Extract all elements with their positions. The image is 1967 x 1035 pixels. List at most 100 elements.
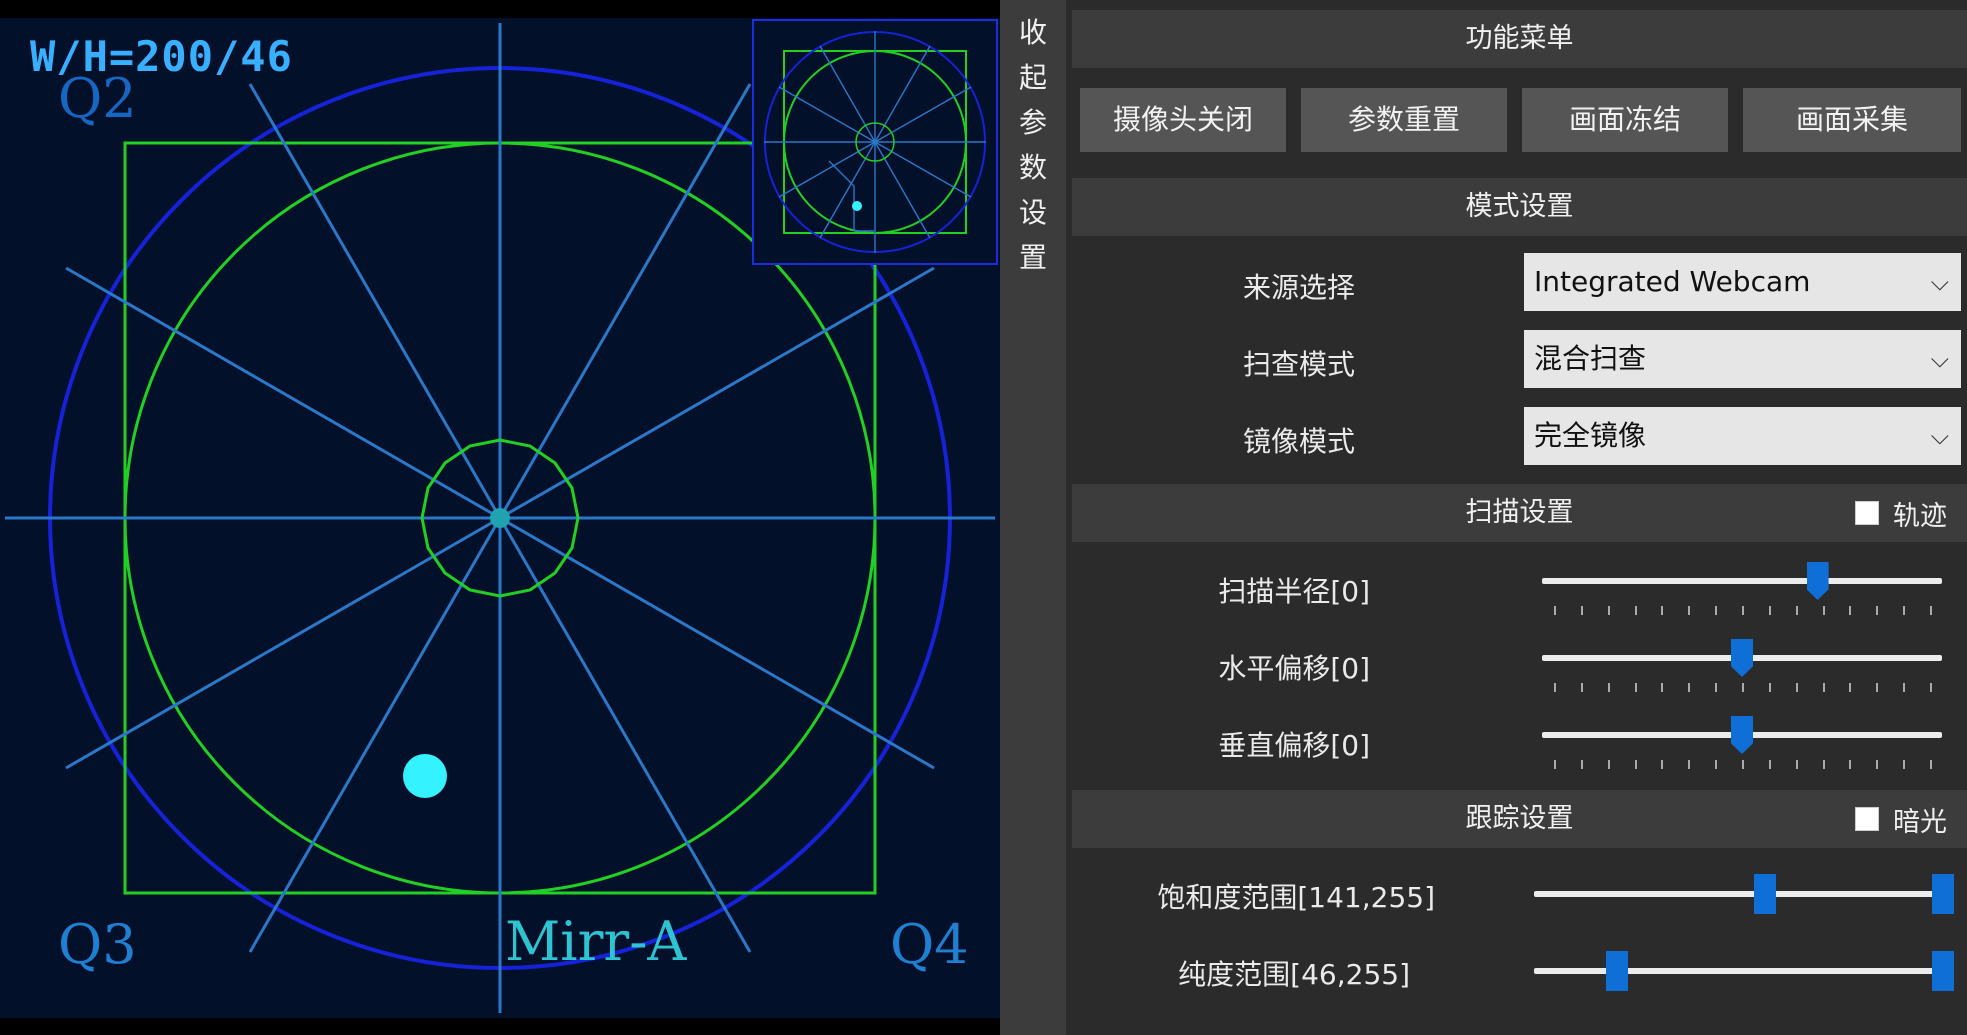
purity-range-label: 纯度范围[46,255]: [1178, 958, 1410, 991]
lowlight-checkbox[interactable]: 暗光: [1855, 790, 1947, 848]
trail-checkbox-box[interactable]: [1855, 501, 1879, 525]
slider-tick: [1768, 760, 1771, 769]
slider-tick: [1661, 606, 1664, 615]
slider-tick: [1554, 683, 1556, 692]
slider-tick: [1822, 760, 1825, 769]
slider-tick: [1715, 606, 1718, 615]
mirror-mode-value: 完全镜像: [1534, 419, 1647, 452]
slider-thumb[interactable]: [1731, 639, 1753, 677]
scan-radius-label: 扫描半径[0]: [1218, 575, 1370, 608]
slider-tick: [1768, 683, 1771, 692]
collapse-char: 参: [1018, 106, 1047, 139]
horizontal-offset-slider[interactable]: [1542, 637, 1942, 697]
slider-tick: [1903, 606, 1906, 615]
slider-tick: [1742, 760, 1744, 769]
slider-tick: [1795, 683, 1798, 692]
slider-tick: [1715, 760, 1718, 769]
range-track[interactable]: [1534, 968, 1954, 974]
range-thumb-low[interactable]: [1754, 874, 1777, 914]
collapse-char: 设: [1018, 196, 1047, 229]
slider-tick: [1822, 683, 1825, 692]
minimap-preview: [752, 19, 998, 265]
source-select-value: Integrated Webcam: [1534, 265, 1811, 298]
slider-tick: [1903, 760, 1906, 769]
scan-mode-label: 扫查模式: [1242, 348, 1355, 381]
slider-tick: [1930, 760, 1932, 769]
slider-tick: [1607, 606, 1610, 615]
slider-tick: [1849, 606, 1852, 615]
slider-tick: [1634, 606, 1637, 615]
reset-params-button[interactable]: 参数重置: [1301, 88, 1507, 152]
trail-checkbox-label: 轨迹: [1893, 500, 1947, 532]
panel-collapse-strip: 收 起 参 数 设 置: [1000, 0, 1066, 1035]
purity-range-slider[interactable]: [1534, 949, 1954, 993]
horizontal-offset-label: 水平偏移[0]: [1218, 652, 1370, 685]
slider-tick: [1688, 760, 1691, 769]
slider-tick: [1849, 760, 1852, 769]
slider-tick: [1607, 683, 1610, 692]
slider-tick: [1795, 760, 1798, 769]
slider-tick: [1849, 683, 1852, 692]
slider-tick: [1554, 606, 1556, 615]
slider-tick: [1876, 683, 1879, 692]
wh-ratio-readout: W/H=200/46: [30, 32, 293, 81]
slider-tick: [1876, 760, 1879, 769]
scan-mode-value: 混合扫查: [1534, 342, 1647, 375]
section-tracking-settings: 跟踪设置 暗光: [1072, 790, 1967, 848]
vertical-offset-label: 垂直偏移[0]: [1218, 729, 1370, 762]
lowlight-checkbox-box[interactable]: [1855, 807, 1879, 831]
trail-checkbox[interactable]: 轨迹: [1855, 484, 1947, 542]
vertical-offset-slider[interactable]: [1542, 714, 1942, 774]
slider-tick: [1930, 683, 1932, 692]
slider-tick: [1822, 606, 1825, 615]
collapse-settings-button[interactable]: 收 起 参 数 设 置: [1000, 10, 1066, 280]
slider-tick: [1930, 606, 1932, 615]
slider-tick: [1795, 606, 1798, 615]
slider-tick: [1742, 683, 1744, 692]
section-scan-settings: 扫描设置 轨迹: [1072, 484, 1967, 542]
collapse-char: 数: [1018, 151, 1047, 184]
slider-tick: [1688, 606, 1691, 615]
scan-radius-slider[interactable]: [1542, 560, 1942, 620]
chevron-down-icon: ⌵: [1930, 422, 1949, 450]
slider-tick: [1607, 760, 1610, 769]
slider-tick: [1688, 683, 1691, 692]
mirror-mode-label: Mirr-A: [505, 910, 687, 973]
range-thumb-high[interactable]: [1932, 874, 1954, 914]
collapse-char: 收: [1018, 16, 1047, 49]
section-title: 模式设置: [1465, 191, 1574, 222]
mirror-mode-select[interactable]: 完全镜像 ⌵: [1524, 407, 1961, 465]
capture-frame-button[interactable]: 画面采集: [1743, 88, 1961, 152]
range-thumb-high[interactable]: [1932, 951, 1954, 991]
range-track[interactable]: [1534, 891, 1954, 897]
collapse-char: 起: [1018, 61, 1047, 94]
range-thumb-low[interactable]: [1605, 951, 1628, 991]
slider-thumb[interactable]: [1731, 716, 1753, 754]
chevron-down-icon: ⌵: [1930, 345, 1949, 373]
saturation-range-slider[interactable]: [1534, 872, 1954, 916]
minimap-overlay: [764, 31, 986, 253]
camera-viewport: Q2 Q3 Q4 W/H=200/46 Mirr-A: [0, 0, 1000, 1035]
slider-track[interactable]: [1542, 578, 1942, 584]
slider-tick: [1634, 760, 1637, 769]
section-title: 功能菜单: [1465, 23, 1574, 54]
section-mode-settings: 模式设置: [1072, 178, 1967, 236]
slider-tick: [1580, 760, 1583, 769]
chevron-down-icon: ⌵: [1930, 268, 1949, 296]
section-title: 扫描设置: [1465, 497, 1574, 528]
camera-off-button[interactable]: 摄像头关闭: [1080, 88, 1286, 152]
slider-thumb[interactable]: [1806, 562, 1829, 600]
mirror-mode-select-label: 镜像模式: [1242, 425, 1355, 458]
collapse-char: 置: [1018, 241, 1047, 274]
section-function-menu: 功能菜单: [1072, 10, 1967, 68]
source-select[interactable]: Integrated Webcam ⌵: [1524, 253, 1961, 311]
slider-tick: [1768, 606, 1771, 615]
quadrant-q3-label: Q3: [58, 913, 137, 976]
tracked-target-dot: [403, 754, 447, 798]
slider-tick: [1742, 606, 1744, 615]
section-title: 跟踪设置: [1465, 803, 1574, 834]
slider-tick: [1634, 683, 1637, 692]
quadrant-q4-label: Q4: [890, 913, 969, 976]
scan-mode-select[interactable]: 混合扫查 ⌵: [1524, 330, 1961, 388]
freeze-frame-button[interactable]: 画面冻结: [1522, 88, 1728, 152]
